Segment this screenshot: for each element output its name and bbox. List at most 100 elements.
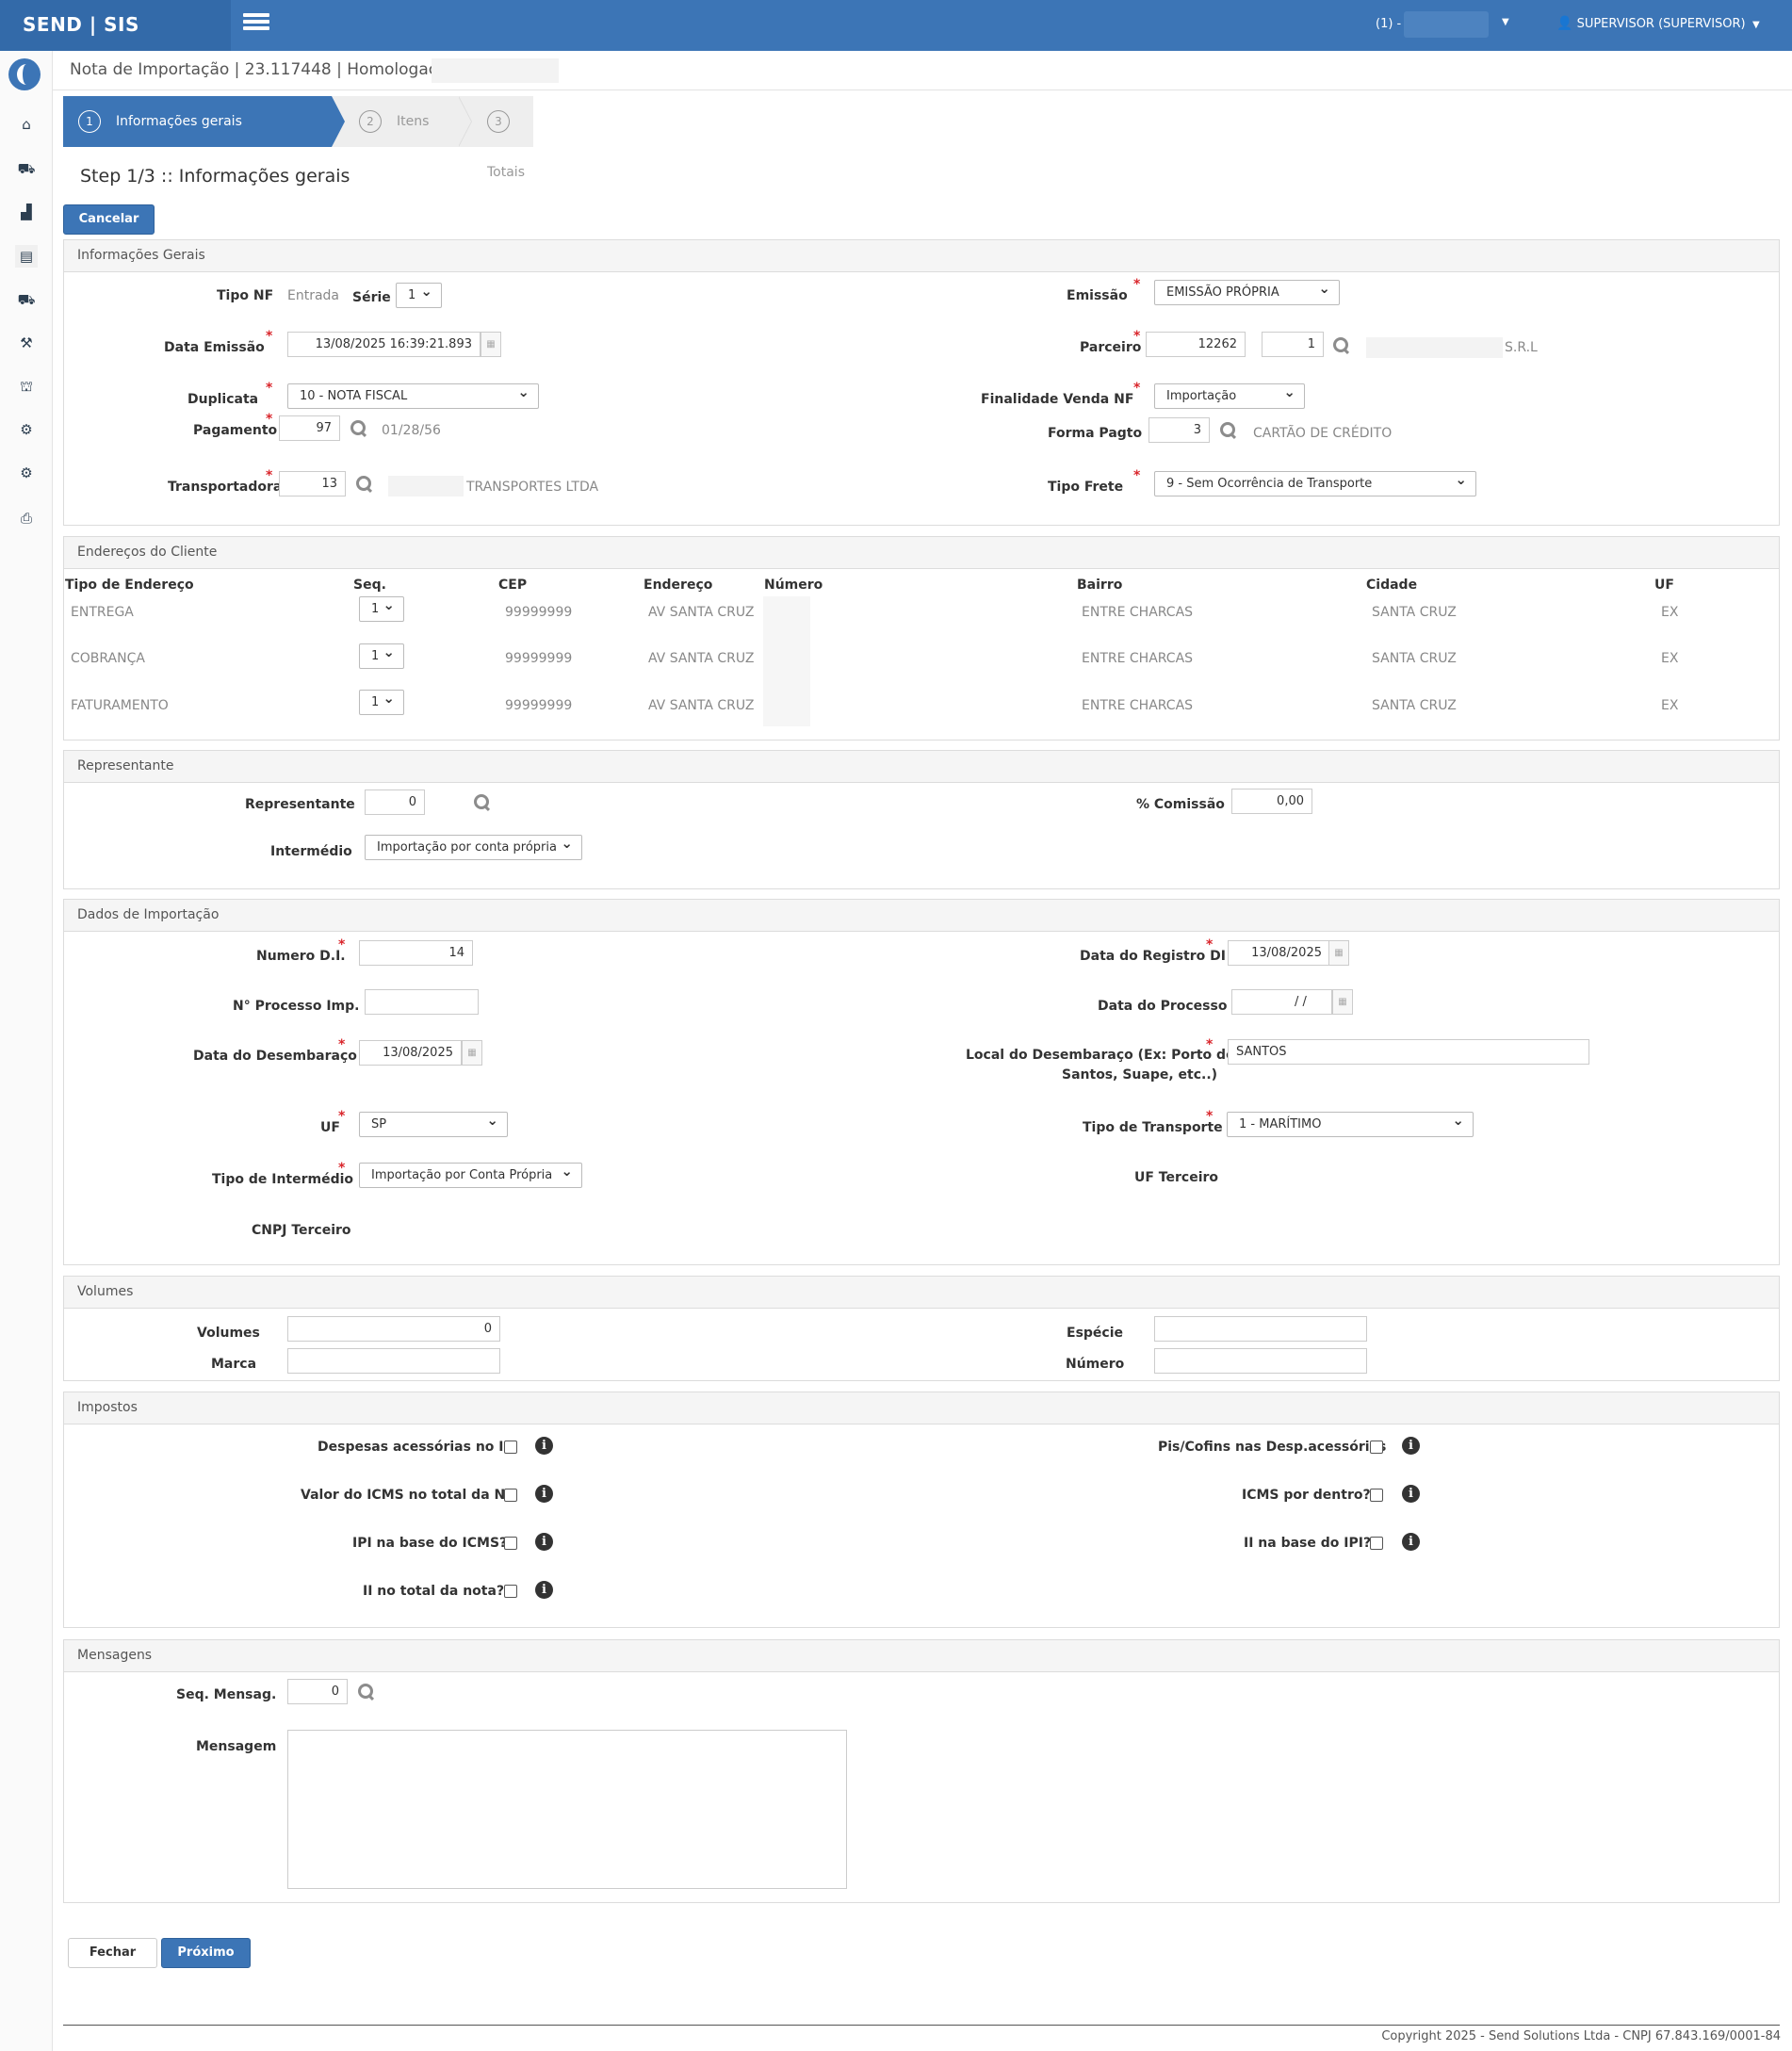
uf-select[interactable]: SP — [359, 1109, 508, 1137]
wizard-step-1[interactable]: 1 Informações gerais — [63, 96, 345, 147]
mensagem-textarea[interactable] — [287, 1730, 847, 1889]
search-icon[interactable] — [350, 420, 367, 437]
print-icon[interactable]: ⎙ — [15, 507, 38, 529]
processo-input[interactable] — [365, 989, 479, 1015]
parceiro-code-input[interactable]: 12262 — [1146, 332, 1246, 357]
especie-input[interactable] — [1154, 1316, 1367, 1342]
wizard-step-3[interactable]: 3 Totais — [474, 96, 540, 180]
company-selector[interactable]: (1) - — [1376, 17, 1401, 31]
required-mark: * — [266, 412, 273, 427]
forma-pagto-code-input[interactable]: 3 — [1149, 417, 1210, 443]
duplicata-label: Duplicata — [187, 392, 259, 407]
chart-area-icon[interactable]: ▟ — [15, 201, 38, 223]
caret-down-icon: ▼ — [1749, 20, 1760, 30]
column-header: Tipo de Endereço — [65, 578, 194, 593]
logo-icon[interactable] — [8, 58, 41, 90]
info-icon[interactable]: i — [535, 1533, 553, 1551]
info-icon[interactable]: i — [1402, 1437, 1420, 1455]
cancel-button[interactable]: Cancelar — [63, 204, 155, 235]
intermedio-select[interactable]: Importação por conta própria — [365, 832, 582, 860]
truck-icon[interactable]: ⛟ — [15, 288, 38, 311]
tipo-nf-label: Tipo NF — [217, 288, 274, 303]
close-button[interactable]: Fechar — [68, 1938, 157, 1968]
local-desembaraco-input[interactable]: SANTOS — [1228, 1039, 1589, 1065]
numero-di-input[interactable]: 14 — [359, 940, 473, 966]
search-icon[interactable] — [356, 476, 373, 493]
truck-icon[interactable]: ⛟ — [15, 157, 38, 180]
search-icon[interactable] — [1333, 337, 1350, 354]
data-processo-label: Data do Processo — [1098, 999, 1228, 1014]
intermedio-label: Intermédio — [270, 844, 352, 859]
pis-cofins-checkbox[interactable] — [1370, 1441, 1383, 1454]
address-district: ENTRE CHARCAS — [1082, 698, 1194, 713]
info-icon[interactable]: i — [535, 1437, 553, 1455]
caret-down-icon[interactable]: ▼ — [1502, 17, 1509, 27]
calendar-icon[interactable]: ▦ — [1328, 940, 1349, 966]
parceiro-seq-input[interactable]: 1 — [1262, 332, 1324, 357]
next-button[interactable]: Próximo — [161, 1938, 251, 1968]
tipo-frete-select[interactable]: 9 - Sem Ocorrência de Transporte — [1154, 468, 1476, 496]
info-icon[interactable]: i — [1402, 1485, 1420, 1503]
hamburger-menu-icon[interactable] — [243, 13, 269, 34]
newspaper-icon[interactable]: ▤ — [15, 245, 38, 268]
cogs-icon[interactable]: ⚙ — [15, 462, 38, 484]
address-seq-select[interactable]: 1 — [359, 594, 404, 622]
data-emissao-input[interactable]: 13/08/2025 16:39:21.893 — [287, 332, 481, 357]
step-label: Totais — [487, 165, 525, 180]
pis-cofins-label: Pis/Cofins nas Desp.acessórias — [1158, 1440, 1387, 1455]
home-icon[interactable]: ⌂ — [15, 113, 38, 136]
info-icon[interactable]: i — [535, 1581, 553, 1599]
search-icon[interactable] — [358, 1684, 375, 1701]
serie-select[interactable]: 1 — [396, 280, 442, 308]
address-uf: EX — [1661, 698, 1679, 713]
finalidade-select[interactable]: Importação — [1154, 381, 1305, 409]
ii-total-checkbox[interactable] — [504, 1585, 517, 1598]
info-icon[interactable]: i — [535, 1485, 553, 1503]
address-type: COBRANÇA — [71, 651, 145, 666]
transportadora-code-input[interactable]: 13 — [279, 471, 346, 496]
calendar-icon[interactable]: ▦ — [1332, 989, 1353, 1015]
data-processo-input[interactable]: / / — [1231, 989, 1332, 1015]
breadcrumb-redacted — [432, 58, 559, 83]
address-seq-select[interactable]: 1 — [359, 687, 404, 715]
address-street: AV SANTA CRUZ — [648, 651, 755, 666]
duplicata-select[interactable]: 10 - NOTA FISCAL — [287, 381, 539, 409]
mensagem-label: Mensagem — [196, 1739, 277, 1754]
section-title: Impostos — [64, 1392, 1779, 1424]
calendar-icon[interactable]: ▦ — [462, 1040, 482, 1066]
numero-input[interactable] — [1154, 1348, 1367, 1374]
processo-label: N° Processo Imp. — [233, 999, 360, 1014]
gavel-icon[interactable]: ⚒ — [15, 332, 38, 354]
representante-input[interactable]: 0 — [365, 789, 425, 815]
pagamento-code-input[interactable]: 97 — [279, 415, 340, 441]
uf-label: UF — [320, 1120, 340, 1135]
calendar-icon[interactable]: ▦ — [481, 332, 501, 357]
data-desembaraco-input[interactable]: 13/08/2025 — [359, 1040, 462, 1066]
despesas-ipi-checkbox[interactable] — [504, 1441, 517, 1454]
tipo-transporte-select[interactable]: 1 - MARÍTIMO — [1227, 1109, 1474, 1137]
emissao-select[interactable]: EMISSÃO PRÓPRIA — [1154, 277, 1340, 305]
icms-total-checkbox[interactable] — [504, 1489, 517, 1502]
volumes-input[interactable]: 0 — [287, 1316, 500, 1342]
address-city: SANTA CRUZ — [1372, 651, 1457, 666]
icms-dentro-checkbox[interactable] — [1370, 1489, 1383, 1502]
data-registro-input[interactable]: 13/08/2025 — [1228, 940, 1330, 966]
user-icon: 👤 — [1556, 16, 1573, 31]
wrench-icon[interactable]: ⚙ — [15, 418, 38, 441]
address-seq-select[interactable]: 1 — [359, 641, 404, 669]
address-uf: EX — [1661, 651, 1679, 666]
required-mark: * — [1206, 937, 1214, 952]
info-icon[interactable]: i — [1402, 1533, 1420, 1551]
search-icon[interactable] — [474, 794, 491, 811]
brand-logo[interactable]: SEND | SIS — [0, 0, 231, 51]
marca-input[interactable] — [287, 1348, 500, 1374]
search-icon[interactable] — [1220, 422, 1237, 439]
comissao-input[interactable]: 0,00 — [1231, 789, 1312, 814]
seq-mensag-input[interactable]: 0 — [287, 1679, 348, 1704]
ii-base-ipi-checkbox[interactable] — [1370, 1537, 1383, 1550]
tipo-intermedio-select[interactable]: Importação por Conta Própria — [359, 1160, 582, 1188]
wizard-step-2[interactable]: 2 Itens — [346, 96, 459, 147]
ipi-base-icms-checkbox[interactable] — [504, 1537, 517, 1550]
binoculars-icon[interactable]: ⛫ — [15, 375, 38, 398]
user-menu[interactable]: 👤 SUPERVISOR (SUPERVISOR) ▼ — [1556, 16, 1760, 31]
